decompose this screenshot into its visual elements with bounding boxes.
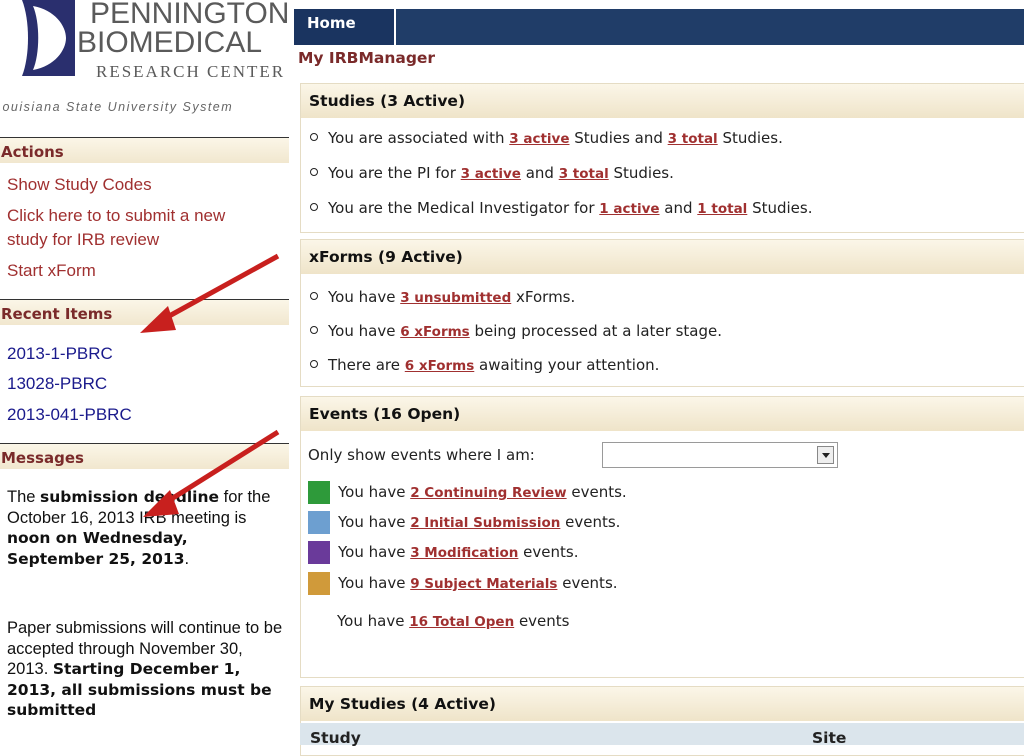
continuing-review-link[interactable]: 2 Continuing Review <box>410 485 566 501</box>
pbrc-logo[interactable]: PENNINGTON BIOMEDICAL RESEARCH CENTER Lo… <box>0 0 289 114</box>
sidebar: PENNINGTON BIOMEDICAL RESEARCH CENTER Lo… <box>0 0 289 745</box>
event-color-swatch <box>308 481 330 504</box>
xforms-line-processing: You have 6 xForms being processed at a l… <box>310 322 722 340</box>
messages-heading: Messages <box>0 443 289 469</box>
awaiting-xforms-link[interactable]: 6 xForms <box>405 358 475 374</box>
column-header-study[interactable]: Study <box>310 729 361 747</box>
my-studies-panel: My Studies (4 Active) <box>300 686 1024 756</box>
total-open-link[interactable]: 16 Total Open <box>409 614 514 630</box>
mi-active-link[interactable]: 1 active <box>599 201 659 217</box>
page-subtitle: My IRBManager <box>298 49 436 67</box>
studies-line-pi: You are the PI for 3 active and 3 total … <box>310 164 674 182</box>
associated-active-link[interactable]: 3 active <box>509 131 569 147</box>
recent-items-heading: Recent Items <box>0 299 289 325</box>
event-color-swatch <box>308 511 330 534</box>
submit-new-study-link[interactable]: Click here to to submit a new <box>7 206 225 226</box>
events-panel-title: Events (16 Open) <box>301 397 1024 431</box>
bullet-icon <box>310 168 318 176</box>
chevron-down-icon[interactable] <box>817 446 834 464</box>
show-study-codes-link[interactable]: Show Study Codes <box>7 175 152 195</box>
bullet-icon <box>310 133 318 141</box>
event-color-swatch <box>308 572 330 595</box>
recent-item-3[interactable]: 2013-041-PBRC <box>7 405 132 425</box>
recent-item-2[interactable]: 13028-PBRC <box>7 374 107 394</box>
studies-line-medical-investigator: You are the Medical Investigator for 1 a… <box>310 199 813 217</box>
submit-new-study-link-line2[interactable]: study for IRB review <box>7 230 159 250</box>
bullet-icon <box>310 203 318 211</box>
initial-submission-link[interactable]: 2 Initial Submission <box>410 515 560 531</box>
xforms-panel-title: xForms (9 Active) <box>301 240 1024 274</box>
logo-text-pennington: PENNINGTON <box>90 0 289 30</box>
start-xform-link[interactable]: Start xForm <box>7 261 96 281</box>
logo-text-research-center: RESEARCH CENTER <box>96 62 286 81</box>
events-role-select[interactable] <box>602 442 838 468</box>
studies-line-associated: You are associated with 3 active Studies… <box>310 129 783 147</box>
subject-materials-link[interactable]: 9 Subject Materials <box>410 576 557 592</box>
modification-link[interactable]: 3 Modification <box>410 545 518 561</box>
column-header-site[interactable]: Site <box>812 729 846 747</box>
recent-item-1[interactable]: 2013-1-PBRC <box>7 344 113 364</box>
tab-home[interactable]: Home <box>294 9 396 45</box>
top-nav-bar: Home <box>294 9 1024 45</box>
logo-text-biomedical: BIOMEDICAL <box>77 26 263 59</box>
bullet-icon <box>310 360 318 368</box>
event-color-swatch <box>308 541 330 564</box>
xforms-line-awaiting: There are 6 xForms awaiting your attenti… <box>310 356 659 374</box>
actions-heading: Actions <box>0 137 289 163</box>
events-total-line: You have 16 Total Open events <box>337 612 570 630</box>
tab-home-label: Home <box>307 14 356 32</box>
my-studies-panel-title: My Studies (4 Active) <box>301 687 1024 721</box>
studies-panel-title: Studies (3 Active) <box>301 84 1024 118</box>
events-filter-label: Only show events where I am: <box>308 446 535 464</box>
associated-total-link[interactable]: 3 total <box>668 131 718 147</box>
pi-total-link[interactable]: 3 total <box>559 166 609 182</box>
xforms-line-unsubmitted: You have 3 unsubmitted xForms. <box>310 288 575 306</box>
mi-total-link[interactable]: 1 total <box>697 201 747 217</box>
pi-active-link[interactable]: 3 active <box>461 166 521 182</box>
unsubmitted-xforms-link[interactable]: 3 unsubmitted <box>400 290 511 306</box>
message-paper-submissions: Paper submissions will continue to be ac… <box>7 619 283 719</box>
events-panel: Events (16 Open) <box>300 396 1024 678</box>
bullet-icon <box>310 326 318 334</box>
bullet-icon <box>310 292 318 300</box>
logo-text-lsu: Louisiana State University System <box>0 100 234 114</box>
message-deadline: The submission deadline for the October … <box>7 488 271 568</box>
my-studies-table-header: Study Site <box>300 723 1024 747</box>
logo-mark-icon <box>0 0 75 76</box>
processing-xforms-link[interactable]: 6 xForms <box>400 324 470 340</box>
